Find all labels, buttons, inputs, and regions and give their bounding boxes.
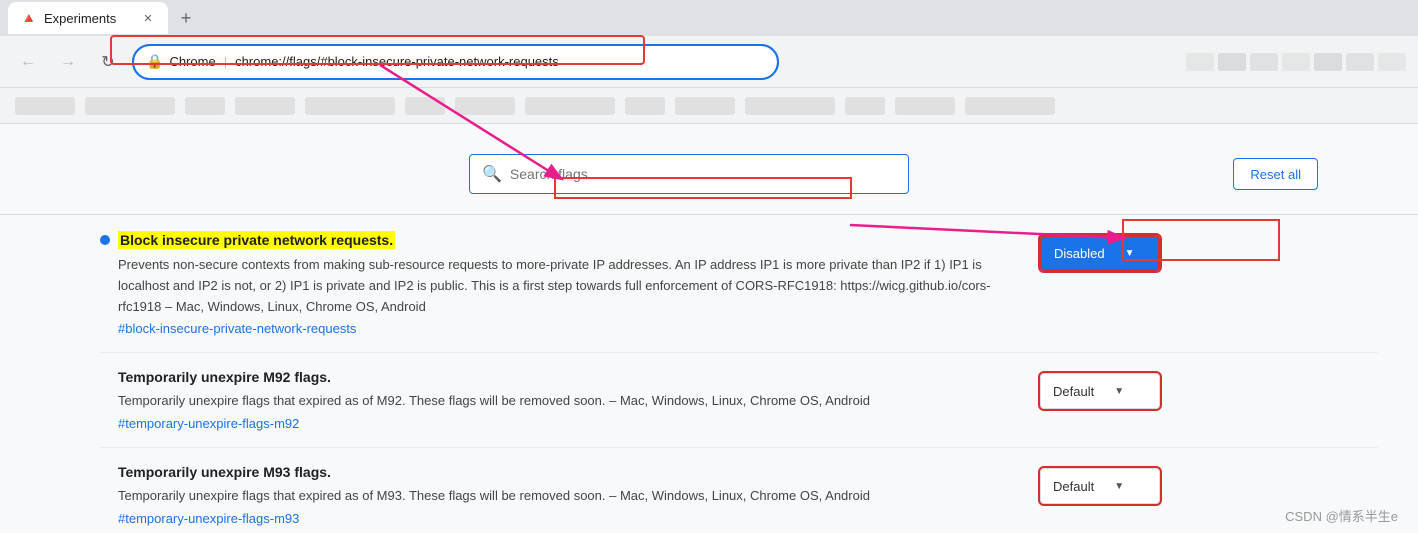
search-area: 🔍 Reset all [0, 144, 1418, 214]
tab-bar: 🔺 Experiments ✕ + [0, 0, 1418, 36]
flag-item-m93: Temporarily unexpire M93 flags. Temporar… [100, 448, 1378, 533]
reset-all-button[interactable]: Reset all [1233, 158, 1318, 190]
flag-dot-m93 [100, 467, 110, 477]
flag-info-block-insecure: Block insecure private network requests.… [100, 231, 1020, 336]
flag-description-block-insecure: Prevents non-secure contexts from making… [118, 255, 1020, 317]
refresh-button[interactable]: ↻ [92, 46, 124, 78]
bookmark-placeholder-13 [895, 97, 955, 115]
flag-title-block-insecure: Block insecure private network requests. [118, 231, 395, 249]
bookmark-placeholder-7 [455, 97, 515, 115]
address-bar[interactable]: 🔒 Chrome | chrome://flags/#block-insecur… [132, 44, 779, 80]
bookmark-bar [0, 88, 1418, 124]
nav-bar: ← → ↻ 🔒 Chrome | chrome://flags/#block-i… [0, 36, 1418, 88]
flag-select-default-m92-dropdown[interactable]: Default ▼ [1040, 373, 1160, 409]
flag-title-row: Block insecure private network requests. [100, 231, 1020, 249]
forward-button[interactable]: → [52, 46, 84, 78]
bookmark-placeholder-10 [675, 97, 735, 115]
flag-select-default-m93-dropdown[interactable]: Default ▼ [1040, 468, 1160, 504]
dropdown-arrow-icon-m92: ▼ [1114, 386, 1124, 397]
flag-info-m92: Temporarily unexpire M92 flags. Temporar… [100, 369, 1020, 431]
main-content: 🔍 Reset all Block insecure private netwo… [0, 124, 1418, 533]
flag-title-m92: Temporarily unexpire M92 flags. [118, 369, 331, 385]
dropdown-arrow-icon-m93: ▼ [1114, 481, 1124, 492]
watermark: CSDN @情系半生e [1285, 506, 1398, 525]
address-url: chrome://flags/#block-insecure-private-n… [235, 54, 559, 69]
flag-item-block-insecure: Block insecure private network requests.… [100, 215, 1378, 353]
flag-link-m92[interactable]: #temporary-unexpire-flags-m92 [118, 416, 1020, 431]
flag-description-m93: Temporarily unexpire flags that expired … [118, 486, 1020, 507]
bookmark-placeholder-12 [845, 97, 885, 115]
bookmark-placeholder-6 [405, 97, 445, 115]
back-button[interactable]: ← [12, 46, 44, 78]
search-icon: 🔍 [482, 164, 502, 184]
bookmark-placeholder-2 [85, 97, 175, 115]
tab-title: Experiments [44, 11, 132, 26]
new-tab-button[interactable]: + [172, 4, 200, 32]
bookmark-placeholder-9 [625, 97, 665, 115]
bookmark-placeholder-8 [525, 97, 615, 115]
flag-item-m92: Temporarily unexpire M92 flags. Temporar… [100, 353, 1378, 448]
tab-favicon: 🔺 [20, 10, 36, 26]
search-box[interactable]: 🔍 [469, 154, 909, 194]
bookmark-placeholder-1 [15, 97, 75, 115]
site-label: Chrome [169, 54, 215, 69]
bookmark-placeholder-11 [745, 97, 835, 115]
tab-close-button[interactable]: ✕ [140, 10, 156, 26]
flag-dot [100, 235, 110, 245]
flag-control-block-insecure: Disabled ▼ [1040, 235, 1160, 271]
experiments-tab[interactable]: 🔺 Experiments ✕ [8, 2, 168, 34]
flag-link-m93[interactable]: #temporary-unexpire-flags-m93 [118, 511, 1020, 526]
flag-control-m92: Default ▼ [1040, 373, 1160, 409]
flag-title-row-m92: Temporarily unexpire M92 flags. [100, 369, 1020, 385]
flags-list: Block insecure private network requests.… [0, 215, 1418, 533]
flag-description-m92: Temporarily unexpire flags that expired … [118, 391, 1020, 412]
dropdown-arrow-icon: ▼ [1125, 248, 1135, 259]
flag-link-block-insecure[interactable]: #block-insecure-private-network-requests [118, 321, 1020, 336]
flag-select-disabled-dropdown[interactable]: Disabled ▼ [1040, 235, 1160, 271]
bookmark-placeholder-4 [235, 97, 295, 115]
flag-select-value-m93: Default [1053, 479, 1094, 494]
search-input[interactable] [510, 166, 896, 182]
flag-title-row-m93: Temporarily unexpire M93 flags. [100, 464, 1020, 480]
flag-dot-m92 [100, 372, 110, 382]
address-separator: | [224, 54, 227, 69]
flag-info-m93: Temporarily unexpire M93 flags. Temporar… [100, 464, 1020, 526]
bookmark-placeholder-3 [185, 97, 225, 115]
bookmark-placeholder-5 [305, 97, 395, 115]
flag-select-value-m92: Default [1053, 384, 1094, 399]
flag-title-m93: Temporarily unexpire M93 flags. [118, 464, 331, 480]
flag-select-value: Disabled [1054, 246, 1105, 261]
bookmark-placeholder-14 [965, 97, 1055, 115]
lock-icon: 🔒 [146, 53, 163, 70]
flag-control-m93: Default ▼ [1040, 468, 1160, 504]
